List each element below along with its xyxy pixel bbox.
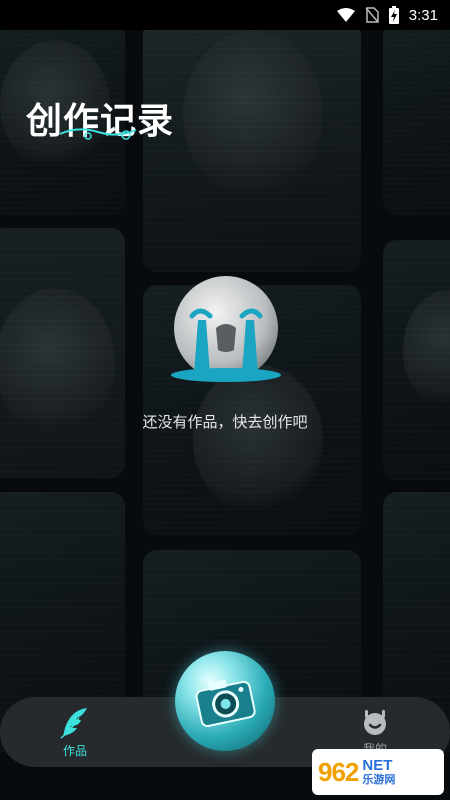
status-bar: 3:31 — [0, 0, 450, 30]
camera-button[interactable] — [175, 651, 275, 751]
empty-state-message: 还没有作品，快去创作吧 — [142, 413, 308, 431]
tab-works[interactable]: 作品 — [30, 697, 120, 767]
profile-icon — [364, 709, 386, 735]
clock: 3:31 — [408, 6, 438, 24]
feather-icon — [60, 707, 87, 739]
watermark-site: 乐游网 — [362, 773, 396, 787]
wifi-icon — [336, 8, 355, 22]
watermark-number: 962 — [318, 756, 359, 787]
watermark-domain: NET — [362, 757, 393, 775]
title-underline-decoration — [59, 128, 137, 140]
tab-works-label: 作品 — [62, 743, 87, 758]
no-sim-icon — [365, 7, 379, 23]
battery-charging-icon — [388, 6, 399, 24]
camera-icon — [195, 679, 256, 728]
watermark-logo: 962 NET 乐游网 — [312, 749, 444, 795]
crying-face-icon — [171, 276, 281, 382]
